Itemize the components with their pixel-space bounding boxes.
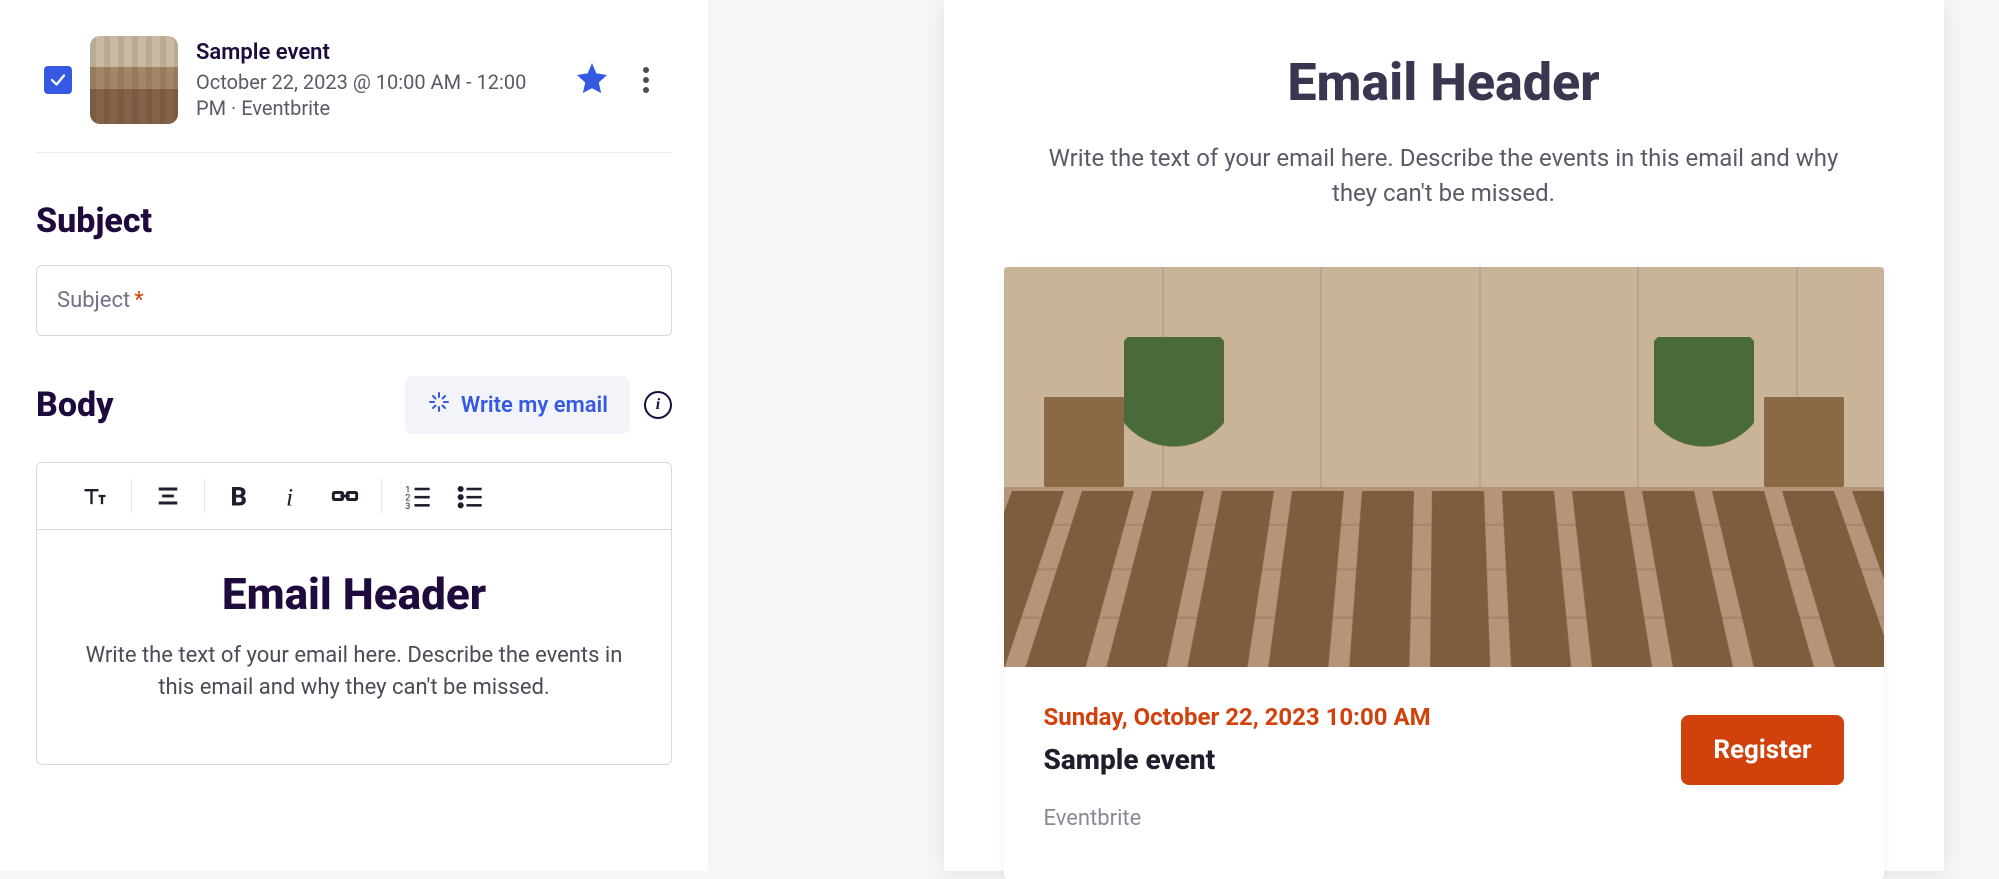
event-hero-image	[1004, 267, 1884, 667]
subject-section-label: Subject	[36, 201, 672, 241]
subject-input[interactable]: Subject *	[36, 265, 672, 336]
kebab-menu-icon[interactable]	[628, 63, 664, 97]
sparkle-icon	[427, 390, 451, 420]
event-checkbox[interactable]	[44, 66, 72, 94]
svg-text:B: B	[231, 482, 247, 510]
editor-content[interactable]: Email Header Write the text of your emai…	[37, 530, 671, 764]
bullet-list-icon[interactable]	[456, 482, 484, 510]
subject-placeholder: Subject	[57, 288, 130, 313]
event-name: Sample event	[1044, 743, 1431, 776]
svg-text:3: 3	[405, 501, 410, 510]
text-size-icon[interactable]	[81, 482, 109, 510]
body-editor: B i 123 Email Header Write	[36, 462, 672, 765]
event-card: Sunday, October 22, 2023 10:00 AM Sample…	[1004, 267, 1884, 879]
ordered-list-icon[interactable]: 123	[404, 482, 432, 510]
editor-header-text: Email Header	[73, 568, 635, 620]
align-icon[interactable]	[154, 482, 182, 510]
write-my-email-label: Write my email	[461, 393, 608, 418]
body-section-label: Body	[36, 385, 113, 425]
event-list-item[interactable]: Sample event October 22, 2023 @ 10:00 AM…	[36, 8, 672, 153]
event-thumbnail	[90, 36, 178, 124]
star-icon[interactable]	[574, 60, 610, 100]
preview-lede: Write the text of your email here. Descr…	[1024, 141, 1864, 211]
editor-body-text: Write the text of your email here. Descr…	[73, 640, 635, 704]
event-source: Eventbrite	[1044, 806, 1431, 831]
write-my-email-button[interactable]: Write my email	[405, 376, 630, 434]
event-subtitle: October 22, 2023 @ 10:00 AM - 12:00 PM ·…	[196, 69, 556, 121]
email-preview: Email Header Write the text of your emai…	[944, 0, 1944, 871]
svg-text:i: i	[286, 482, 293, 510]
preview-header: Email Header	[1004, 52, 1884, 113]
required-mark: *	[134, 288, 143, 313]
bold-icon[interactable]: B	[227, 482, 255, 510]
editor-toolbar: B i 123	[37, 463, 671, 530]
register-button[interactable]: Register	[1681, 715, 1843, 785]
italic-icon[interactable]: i	[279, 482, 307, 510]
info-icon[interactable]: i	[644, 391, 672, 419]
event-datetime: Sunday, October 22, 2023 10:00 AM	[1044, 703, 1431, 731]
link-icon[interactable]	[331, 482, 359, 510]
event-title: Sample event	[196, 40, 556, 65]
